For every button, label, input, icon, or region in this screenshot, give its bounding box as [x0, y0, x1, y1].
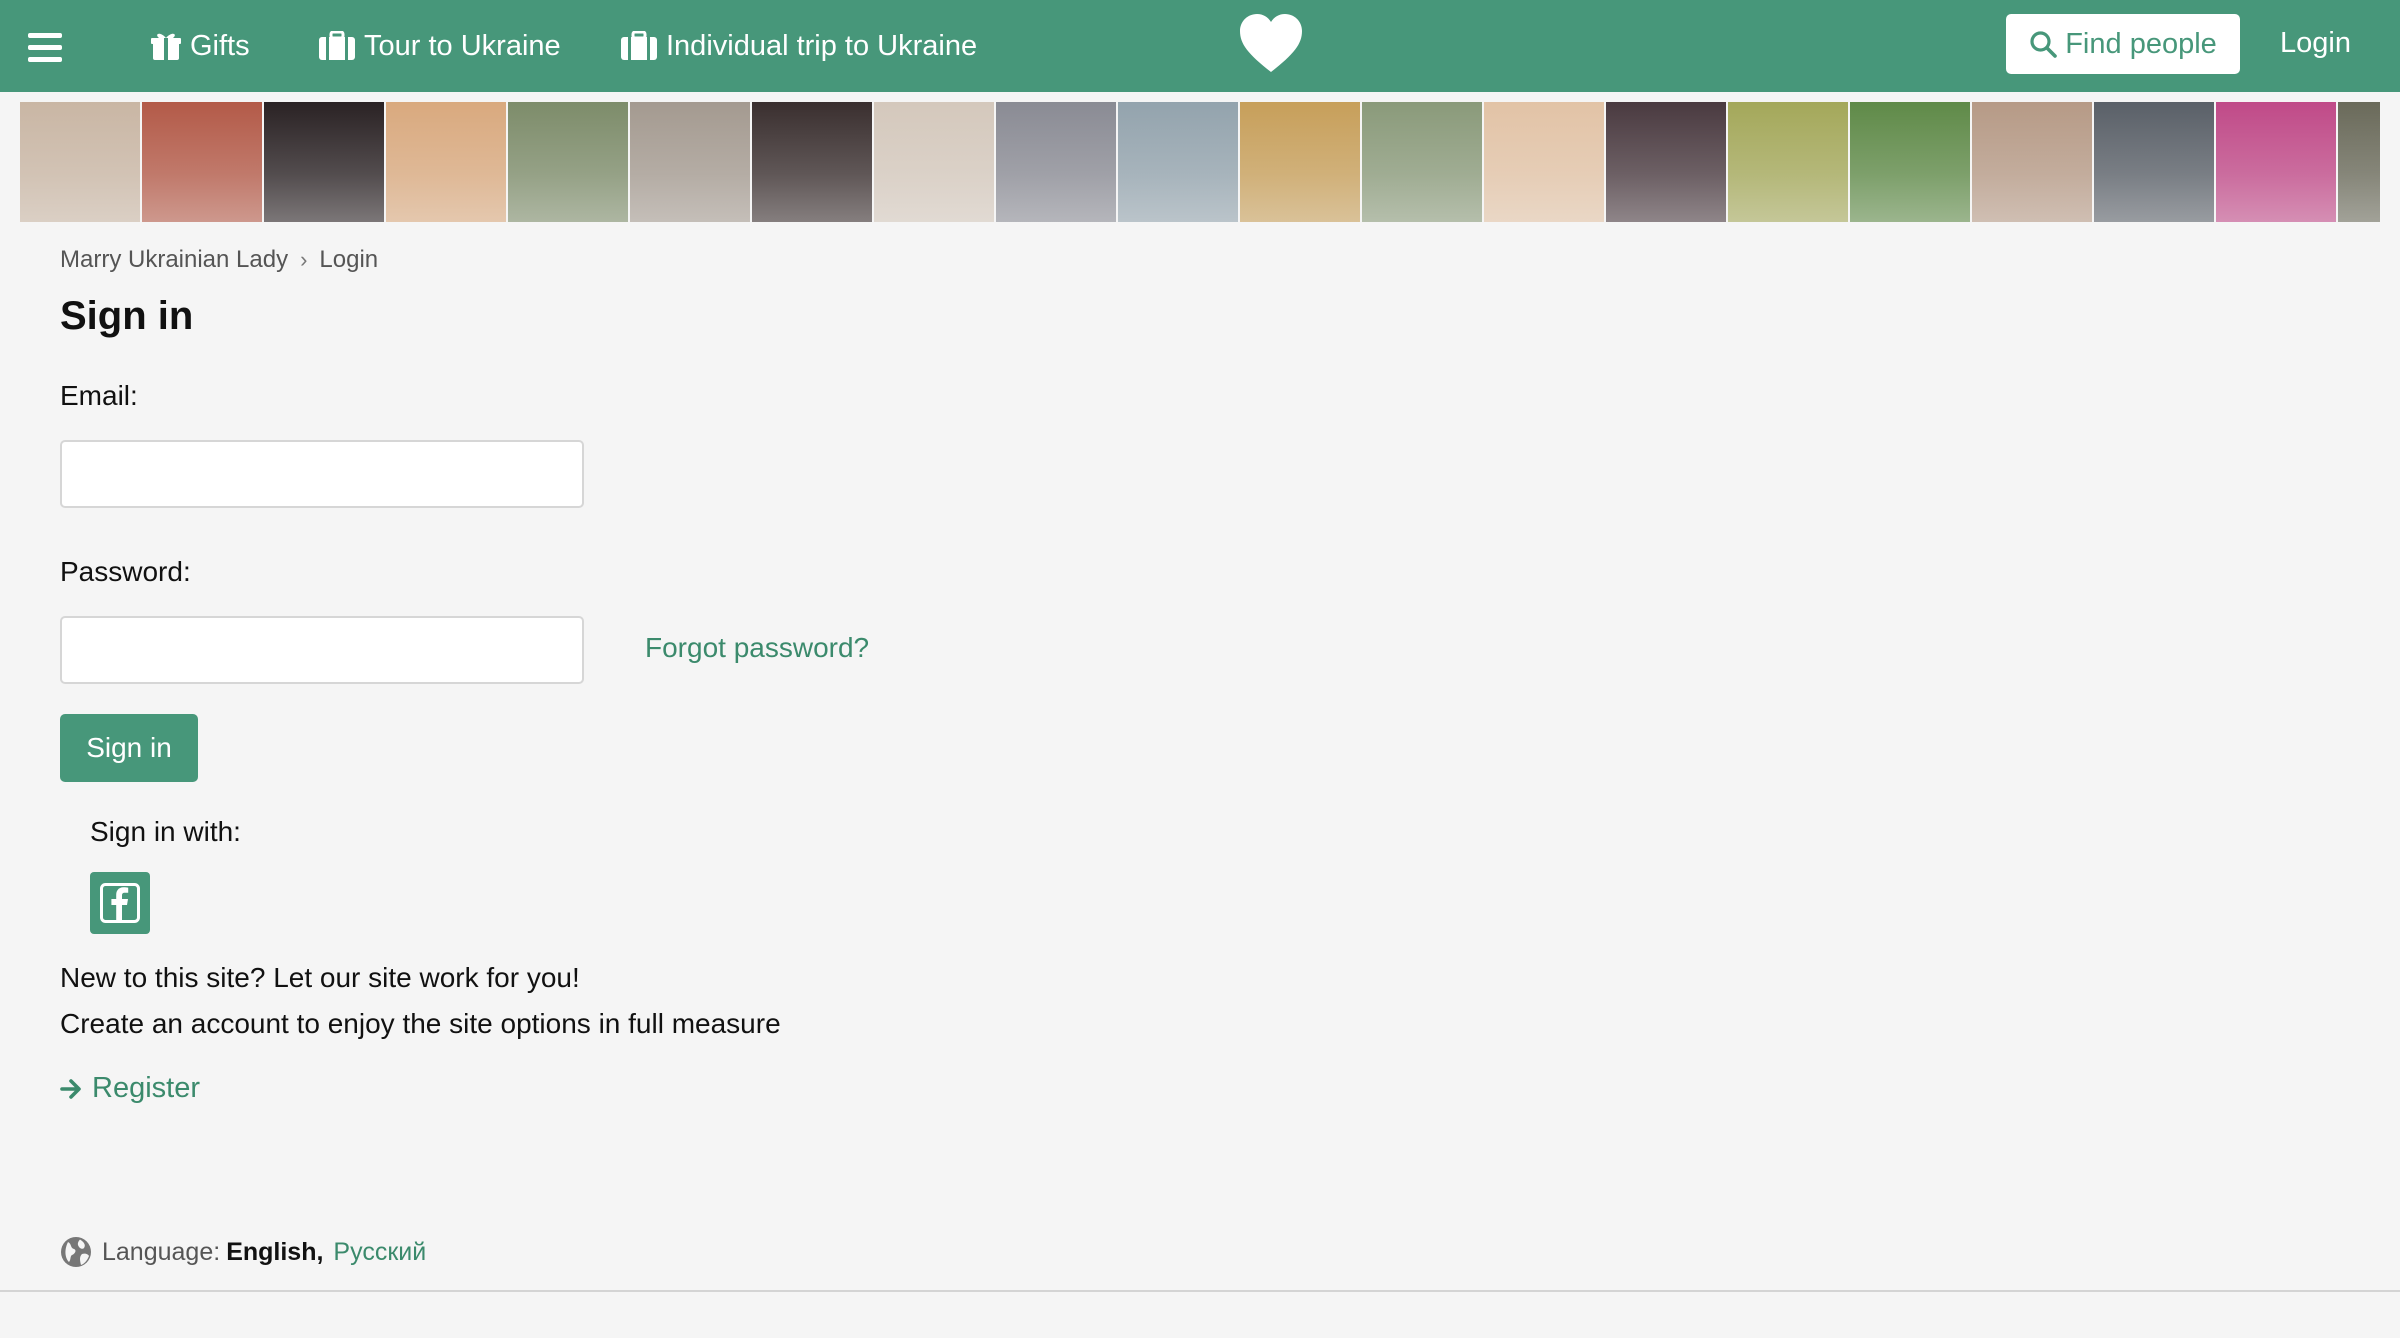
- password-label: Password:: [60, 556, 191, 587]
- language-current: English,: [226, 1237, 324, 1266]
- profile-photo-thumbnail[interactable]: [508, 102, 628, 222]
- nav-tour-label: Tour to Ukraine: [364, 29, 561, 62]
- suitcase-icon: [319, 31, 355, 60]
- breadcrumb-current: Login: [319, 246, 379, 273]
- sign-in-with-label: Sign in with:: [90, 816, 241, 847]
- profile-photo-thumbnail[interactable]: [752, 102, 872, 222]
- profile-photo-thumbnail[interactable]: [1362, 102, 1482, 222]
- language-russian-link[interactable]: Русский: [333, 1238, 426, 1267]
- promo-line-1: New to this site? Let our site work for …: [60, 962, 580, 993]
- profile-photo-thumbnail[interactable]: [1850, 102, 1970, 222]
- facebook-icon: [100, 883, 140, 923]
- profile-photo-thumbnail[interactable]: [874, 102, 994, 222]
- profile-photo-thumbnail[interactable]: [2338, 102, 2380, 222]
- email-label: Email:: [60, 380, 138, 411]
- forgot-password-link[interactable]: Forgot password?: [645, 632, 869, 664]
- nav-tour-to-ukraine[interactable]: Tour to Ukraine: [318, 0, 561, 92]
- profile-photo-thumbnail[interactable]: [630, 102, 750, 222]
- breadcrumb-separator: ›: [300, 247, 308, 272]
- profile-photo-thumbnail[interactable]: [264, 102, 384, 222]
- profile-photo-thumbnail[interactable]: [2094, 102, 2214, 222]
- nav-individual-trip-label: Individual trip to Ukraine: [666, 29, 978, 62]
- email-input[interactable]: [60, 440, 584, 508]
- login-link[interactable]: Login: [2280, 0, 2351, 86]
- nav-individual-trip[interactable]: Individual trip to Ukraine: [620, 0, 977, 92]
- language-label: Language:: [102, 1237, 221, 1266]
- profile-photo-thumbnail[interactable]: [386, 102, 506, 222]
- footer-divider: [0, 1290, 2400, 1292]
- find-people-label: Find people: [2065, 27, 2217, 60]
- profile-photo-thumbnail[interactable]: [1606, 102, 1726, 222]
- nav-gifts[interactable]: Gifts: [150, 0, 250, 92]
- language-selector: Language: English, Русский: [60, 1236, 426, 1268]
- profile-photo-thumbnail[interactable]: [1484, 102, 1604, 222]
- gift-icon: [151, 33, 181, 60]
- hamburger-menu-icon[interactable]: [28, 33, 62, 62]
- profile-photo-thumbnail[interactable]: [996, 102, 1116, 222]
- password-input[interactable]: [60, 616, 584, 684]
- heart-icon[interactable]: [1238, 12, 1304, 74]
- find-people-button[interactable]: Find people: [2006, 14, 2240, 74]
- register-link[interactable]: Register: [60, 1072, 200, 1105]
- sign-in-button[interactable]: Sign in: [60, 714, 198, 782]
- profile-photo-thumbnail[interactable]: [20, 102, 140, 222]
- suitcase-icon: [621, 31, 657, 60]
- profile-photo-thumbnail[interactable]: [142, 102, 262, 222]
- register-label: Register: [92, 1072, 200, 1104]
- page-title: Sign in: [60, 294, 194, 338]
- breadcrumb-home-link[interactable]: Marry Ukrainian Lady: [60, 246, 288, 274]
- profile-photo-strip: [20, 102, 2380, 222]
- nav-gifts-label: Gifts: [190, 29, 250, 62]
- promo-line-2: Create an account to enjoy the site opti…: [60, 1008, 781, 1039]
- globe-icon: [61, 1237, 91, 1267]
- profile-photo-thumbnail[interactable]: [2216, 102, 2336, 222]
- profile-photo-thumbnail[interactable]: [1240, 102, 1360, 222]
- breadcrumb: Marry Ukrainian Lady › Login: [60, 246, 378, 274]
- facebook-login-button[interactable]: [90, 872, 150, 934]
- profile-photo-thumbnail[interactable]: [1728, 102, 1848, 222]
- arrow-right-icon: [60, 1078, 81, 1099]
- search-icon: [2030, 31, 2058, 58]
- profile-photo-thumbnail[interactable]: [1118, 102, 1238, 222]
- profile-photo-thumbnail[interactable]: [1972, 102, 2092, 222]
- top-nav-bar: Gifts Tour to Ukraine Individual trip to…: [0, 0, 2400, 92]
